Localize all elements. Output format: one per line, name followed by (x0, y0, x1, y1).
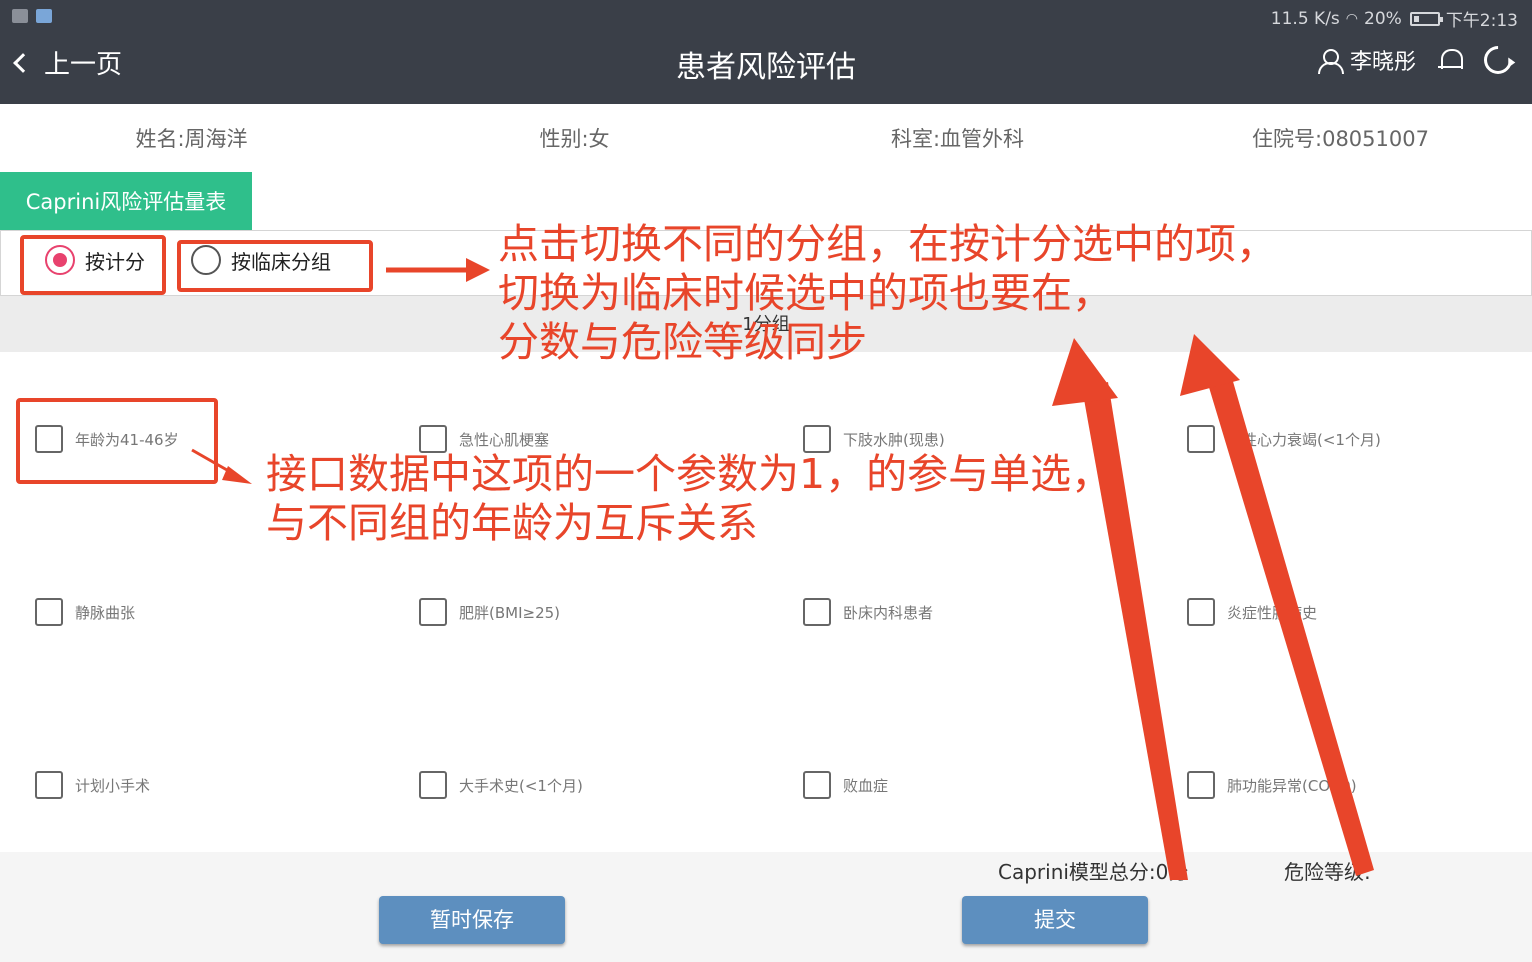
annotation-item-note: 接口数据中这项的一个参数为1，的参与单选， 与不同组的年龄为互斥关系 (266, 450, 1113, 547)
annotation-top-note: 点击切换不同的分组，在按计分选中的项， 切换为临床时候选中的项也要在， 分数与危… (498, 220, 1277, 366)
